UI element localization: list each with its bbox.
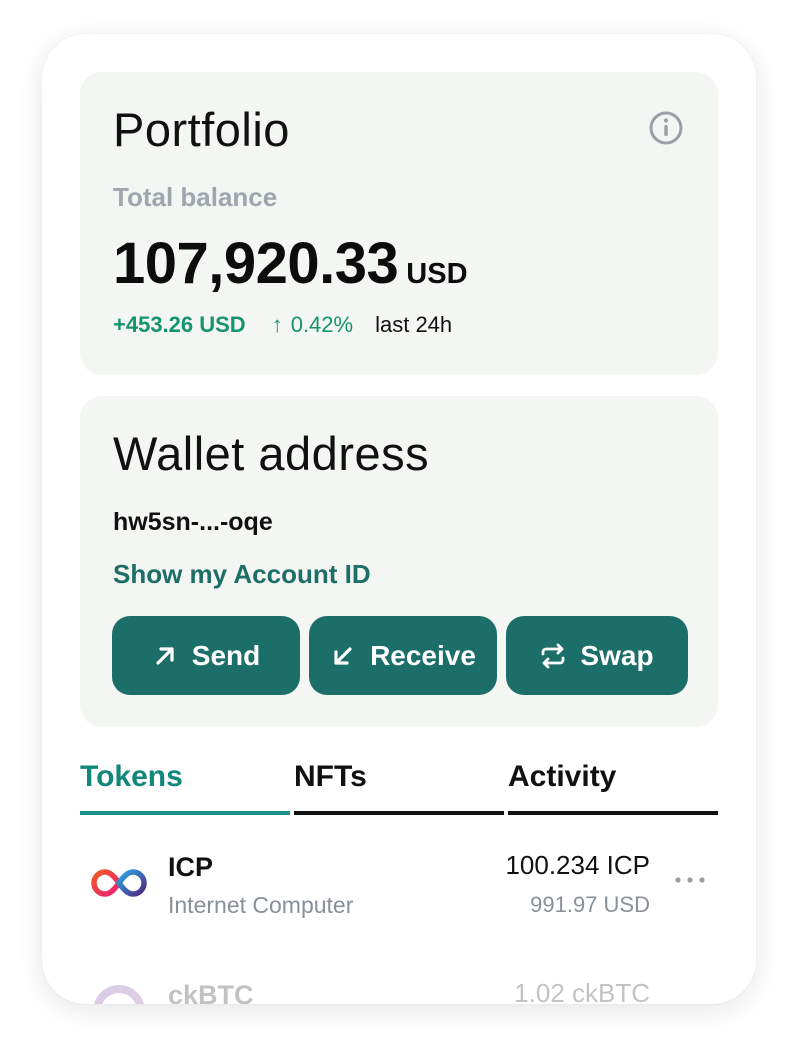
- tab-tokens-label: Tokens: [80, 760, 183, 793]
- swap-button[interactable]: Swap: [506, 616, 688, 695]
- send-button[interactable]: Send: [112, 616, 300, 695]
- total-balance-value: 107,920.33: [113, 231, 399, 296]
- tab-nfts-indicator: [294, 811, 504, 815]
- swap-label: Swap: [580, 639, 654, 671]
- receive-label: Receive: [370, 639, 476, 671]
- info-icon[interactable]: [648, 110, 684, 146]
- portfolio-card: Portfolio Total balance 107,920.33 USD +…: [80, 72, 718, 375]
- token-name: Internet Computer: [168, 892, 354, 918]
- balance-row: 107,920.33 USD: [113, 230, 468, 297]
- arrow-down-left-icon: [334, 646, 352, 665]
- arrow-up-icon: ↑: [271, 312, 283, 337]
- portfolio-title: Portfolio: [113, 103, 290, 156]
- tab-activity-indicator: [508, 811, 718, 815]
- change-period: last 24h: [375, 312, 453, 337]
- wallet-actions: Send Receive Swap: [112, 616, 688, 695]
- show-account-id-link[interactable]: Show my Account ID: [113, 559, 371, 590]
- change-percent: 0.42%: [290, 312, 354, 337]
- wallet-card: Wallet address hw5sn-...-oqe Show my Acc…: [80, 396, 718, 727]
- token-balance: 100.234 ICP: [505, 850, 650, 880]
- token-symbol: ckBTC: [168, 980, 254, 1004]
- wallet-panel: Portfolio Total balance 107,920.33 USD +…: [42, 34, 756, 1004]
- asset-tabs: Tokens NFTs Activity: [80, 758, 718, 818]
- tab-tokens-indicator: [80, 811, 290, 815]
- receive-button[interactable]: Receive: [309, 616, 497, 695]
- wallet-address[interactable]: hw5sn-...-oqe: [113, 508, 273, 537]
- tab-activity[interactable]: Activity: [508, 758, 718, 816]
- icp-logo-icon: [91, 869, 147, 897]
- arrow-up-right-icon: [156, 646, 174, 665]
- change-usd: +453.26 USD: [113, 312, 246, 337]
- token-balance: 1.02 ckBTC: [514, 978, 650, 1004]
- ckbtc-logo-icon: [93, 985, 145, 1004]
- total-balance-label: Total balance: [113, 182, 278, 212]
- token-row-icp[interactable]: ICP Internet Computer 100.234 ICP 991.97…: [80, 840, 718, 920]
- token-symbol: ICP: [168, 852, 214, 882]
- token-usd-value: 991.97 USD: [530, 892, 650, 917]
- balance-change-row: +453.26 USD ↑ 0.42% last 24h: [113, 312, 452, 338]
- balance-currency: USD: [406, 258, 468, 290]
- tab-nfts[interactable]: NFTs: [294, 758, 504, 816]
- tab-nfts-label: NFTs: [294, 760, 367, 793]
- tab-tokens[interactable]: Tokens: [80, 758, 290, 816]
- wallet-title: Wallet address: [113, 427, 430, 480]
- swap-icon: [542, 643, 565, 668]
- token-row-ckbtc[interactable]: ckBTC 1.02 ckBTC: [80, 968, 718, 1004]
- send-label: Send: [191, 639, 261, 671]
- more-options-icon[interactable]: [670, 870, 710, 890]
- tab-activity-label: Activity: [508, 760, 617, 793]
